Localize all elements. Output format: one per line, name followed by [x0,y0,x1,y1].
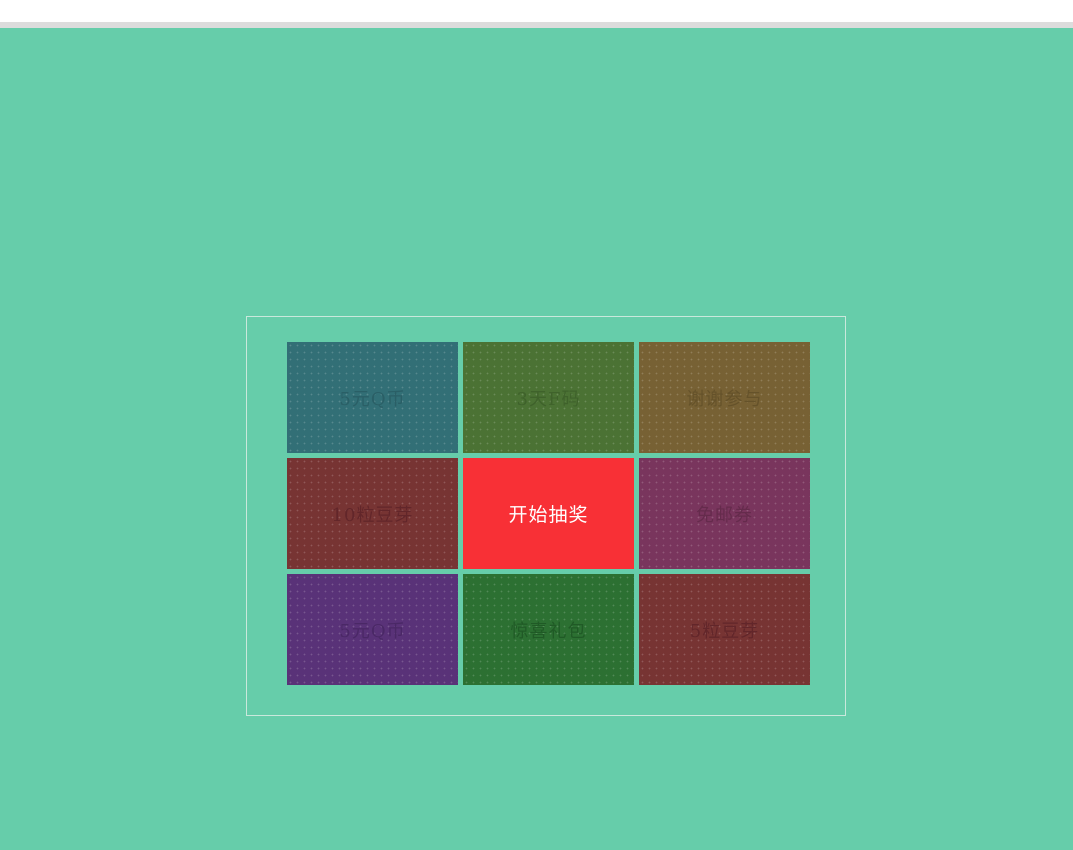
start-draw-label: 开始抽奖 [508,504,589,526]
prize-label: 免邮券 [696,504,753,526]
prize-cell: 5粒豆芽 [639,574,810,685]
prize-label: 5粒豆芽 [689,620,760,642]
prize-label: 10粒豆芽 [331,504,414,526]
prize-cell: 惊喜礼包 [463,574,634,685]
prize-cell: 5元Q币 [287,574,458,685]
prize-cell: 10粒豆芽 [287,458,458,569]
lottery-panel: 5元Q币 3天F码 谢谢参与 10粒豆芽 开始抽奖 免邮券 5元Q币 惊喜礼包 … [246,316,846,716]
prize-cell: 3天F码 [463,342,634,453]
prize-cell: 免邮券 [639,458,810,569]
prize-cell: 谢谢参与 [639,342,810,453]
prize-label: 5元Q币 [339,388,406,410]
start-draw-button[interactable]: 开始抽奖 [463,458,634,569]
prize-label: 5元Q币 [339,620,406,642]
prize-label: 惊喜礼包 [510,620,587,642]
prize-cell: 5元Q币 [287,342,458,453]
prize-label: 谢谢参与 [686,388,763,410]
prize-grid: 5元Q币 3天F码 谢谢参与 10粒豆芽 开始抽奖 免邮券 5元Q币 惊喜礼包 … [287,342,811,686]
prize-label: 3天F码 [516,388,581,410]
browser-top-bar [0,0,1073,28]
